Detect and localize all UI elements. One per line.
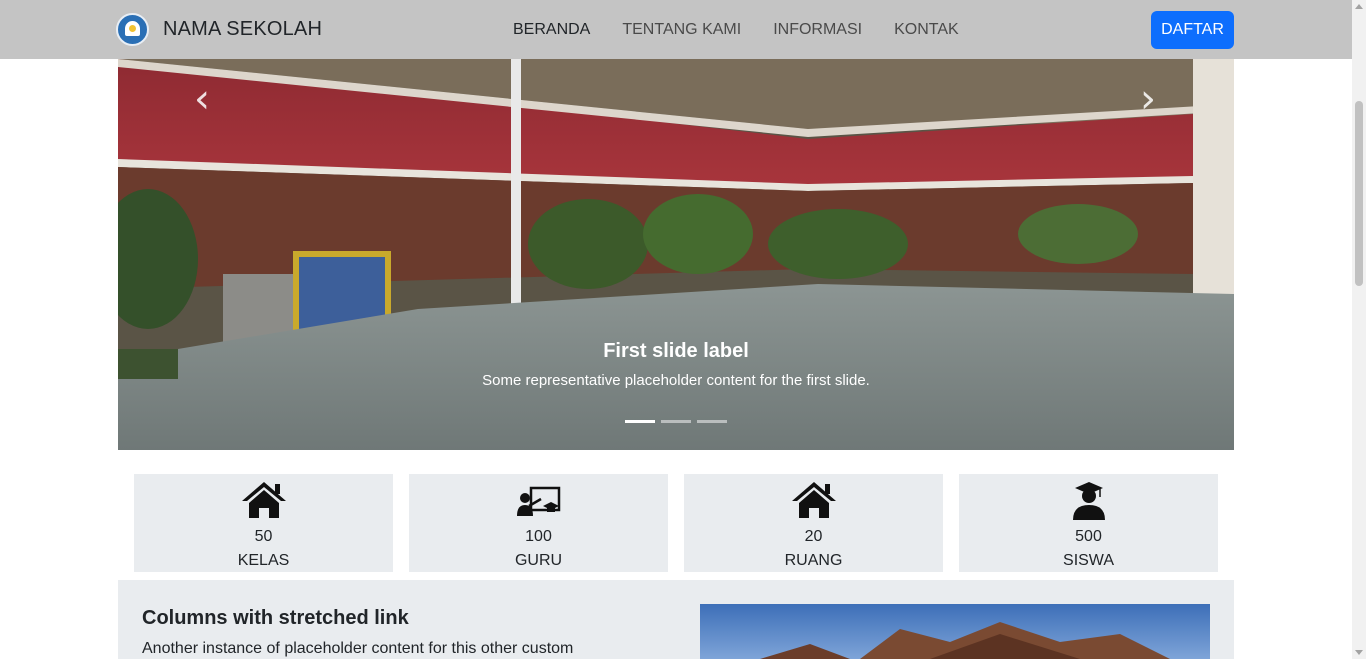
stat-value: 20 <box>804 528 823 545</box>
stat-label: RUANG <box>784 552 843 569</box>
scroll-down-arrow-icon[interactable] <box>1355 650 1363 655</box>
school-building-photo <box>118 59 1234 450</box>
carousel-indicators <box>625 420 733 423</box>
stat-label: SISWA <box>1063 552 1114 569</box>
nav-links: BERANDA TENTANG KAMI INFORMASI KONTAK <box>513 20 991 40</box>
stat-label: GURU <box>514 552 563 569</box>
nav-link-tentang-kami[interactable]: TENTANG KAMI <box>622 20 741 40</box>
carousel-caption: First slide label Some representative pl… <box>118 339 1234 391</box>
stat-card-siswa: 500 SISWA <box>959 474 1218 572</box>
nav-link-informasi[interactable]: INFORMASI <box>773 20 862 40</box>
stat-value: 50 <box>254 528 273 545</box>
feature-text: Another instance of placeholder content … <box>142 640 574 657</box>
house-icon <box>791 482 836 518</box>
caption-text: Some representative placeholder content … <box>482 372 870 389</box>
chevron-left-icon: ‹ <box>194 76 210 122</box>
carousel-indicator-1[interactable] <box>625 420 655 423</box>
teacher-board-icon <box>516 486 560 516</box>
stat-value: 500 <box>1075 528 1102 545</box>
feature-title: Columns with stretched link <box>142 607 409 629</box>
nav-link-kontak[interactable]: KONTAK <box>894 20 959 40</box>
hero-carousel: ‹ › First slide label Some representativ… <box>118 59 1234 450</box>
school-logo-icon <box>116 13 149 46</box>
brand-name: NAMA SEKOLAH <box>163 18 323 40</box>
carousel-prev-button[interactable]: ‹ <box>172 79 232 119</box>
stat-card-ruang: 20 RUANG <box>684 474 943 572</box>
stat-value: 100 <box>525 528 552 545</box>
nav-link-beranda[interactable]: BERANDA <box>513 20 590 40</box>
feature-section: Columns with stretched link Another inst… <box>118 580 1234 659</box>
graduate-student-icon <box>1072 482 1105 520</box>
stat-card-guru: 100 GURU <box>409 474 668 572</box>
scroll-thumb[interactable] <box>1355 101 1363 286</box>
chevron-right-icon: › <box>1140 76 1156 122</box>
carousel-indicator-3[interactable] <box>697 420 727 423</box>
caption-title: First slide label <box>603 340 749 362</box>
carousel-indicator-2[interactable] <box>661 420 691 423</box>
carousel-next-button[interactable]: › <box>1118 79 1178 119</box>
feature-image[interactable] <box>700 604 1210 659</box>
page-scrollbar[interactable] <box>1352 0 1366 659</box>
house-icon <box>241 482 286 518</box>
stat-card-kelas: 50 KELAS <box>134 474 393 572</box>
scroll-up-arrow-icon[interactable] <box>1355 4 1363 9</box>
stat-label: KELAS <box>237 552 290 569</box>
navbar: NAMA SEKOLAH BERANDA TENTANG KAMI INFORM… <box>0 0 1352 59</box>
brand[interactable]: NAMA SEKOLAH <box>116 13 322 46</box>
daftar-button[interactable]: DAFTAR <box>1151 11 1234 49</box>
